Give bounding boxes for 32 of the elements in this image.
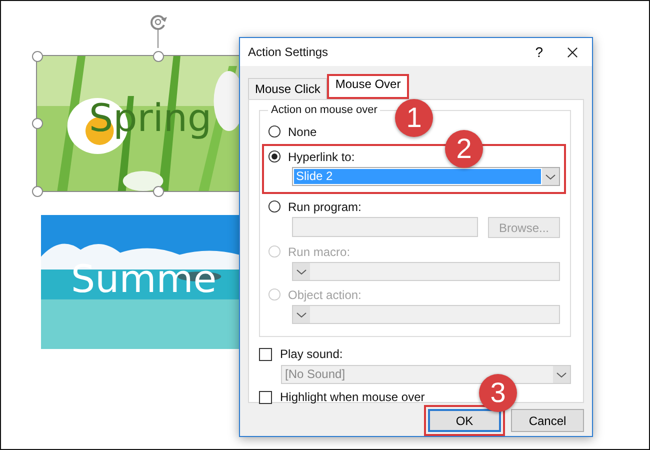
window-title: Action Settings xyxy=(248,45,330,59)
chevron-icon xyxy=(293,306,310,323)
tab[interactable]: Mouse Over xyxy=(327,74,409,99)
checkbox-label: Play sound: xyxy=(280,347,343,361)
ok-button[interactable]: OK xyxy=(428,409,501,432)
chevron-icon xyxy=(553,366,570,383)
resize-handle[interactable] xyxy=(153,51,164,62)
checkbox[interactable] xyxy=(259,348,272,360)
group-title: Action on mouse over xyxy=(270,104,378,116)
help-button[interactable]: ? xyxy=(521,44,557,60)
radio-button[interactable] xyxy=(268,125,281,138)
option-label: Object action: xyxy=(288,288,362,302)
chevron-icon xyxy=(542,168,559,185)
resize-handle[interactable] xyxy=(32,186,43,197)
checkbox-label: Highlight when mouse over xyxy=(280,390,425,404)
cancel-button[interactable]: Cancel xyxy=(511,409,584,432)
radio-button[interactable] xyxy=(268,150,281,163)
resize-handle[interactable] xyxy=(32,51,43,62)
resize-handle[interactable] xyxy=(32,118,43,129)
chevron-icon xyxy=(293,263,310,280)
option-label: Run program: xyxy=(288,200,362,214)
option-label: Run macro: xyxy=(288,244,350,258)
resize-handle[interactable] xyxy=(153,186,164,197)
slide-title: Summe xyxy=(71,257,217,301)
option-label: None xyxy=(288,124,317,138)
rotate-handle[interactable] xyxy=(148,12,168,48)
radio-button[interactable] xyxy=(268,200,281,213)
checkbox[interactable] xyxy=(259,390,272,404)
option-label: Hyperlink to: xyxy=(288,150,355,164)
tab[interactable]: Mouse Click xyxy=(248,78,328,99)
program-field[interactable] xyxy=(292,217,478,237)
close-icon[interactable] xyxy=(567,46,578,58)
